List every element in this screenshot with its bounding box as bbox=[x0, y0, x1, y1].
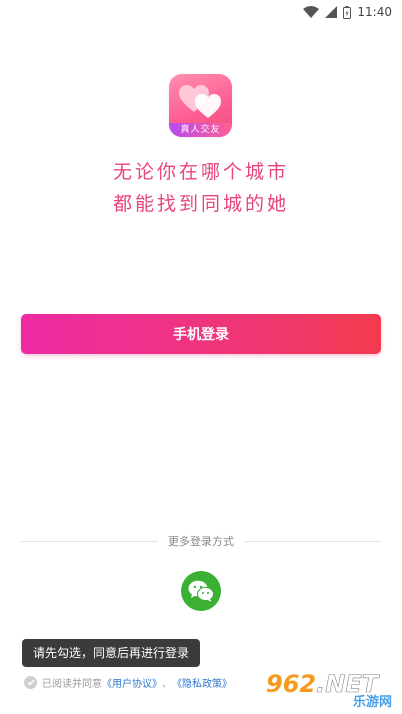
agreement-separator: 、 bbox=[162, 678, 172, 690]
wechat-login-button[interactable] bbox=[181, 571, 221, 611]
agree-checkbox[interactable] bbox=[24, 675, 37, 689]
signal-icon bbox=[325, 6, 338, 18]
toast-message: 请先勾选，同意后再进行登录 bbox=[22, 639, 201, 667]
hearts-icon bbox=[179, 85, 221, 118]
check-icon bbox=[27, 679, 35, 686]
status-bar: 11:40 bbox=[0, 0, 402, 24]
more-login-label: 更多登录方式 bbox=[168, 535, 234, 548]
wifi-icon bbox=[303, 6, 320, 18]
watermark-sub: 乐游网 bbox=[352, 695, 392, 710]
phone-login-button[interactable]: 手机登录 bbox=[21, 314, 381, 354]
agreement-prefix: 已阅读并同意 bbox=[42, 678, 102, 690]
watermark-number: 962 bbox=[266, 670, 317, 698]
divider-line-left bbox=[21, 540, 158, 542]
divider-line-right bbox=[244, 540, 381, 542]
more-login-divider: 更多登录方式 bbox=[21, 531, 381, 551]
status-time: 11:40 bbox=[357, 5, 392, 19]
wechat-icon bbox=[188, 580, 214, 602]
logo-banner: 真人交友 bbox=[169, 123, 232, 137]
slogan-line-2: 都能找到同城的她 bbox=[112, 193, 289, 215]
battery-icon bbox=[343, 5, 352, 19]
slogan-line-1: 无论你在哪个城市 bbox=[112, 161, 289, 183]
privacy-policy-link[interactable]: 《隐私政策》 bbox=[172, 675, 232, 690]
user-agreement-link[interactable]: 《用户协议》 bbox=[102, 675, 162, 690]
agreement-row: 已阅读并同意 《用户协议》 、 《隐私政策》 bbox=[24, 674, 232, 690]
app-logo: 真人交友 bbox=[169, 74, 232, 137]
watermark-logo: 962.NET 乐游网 bbox=[264, 670, 396, 710]
